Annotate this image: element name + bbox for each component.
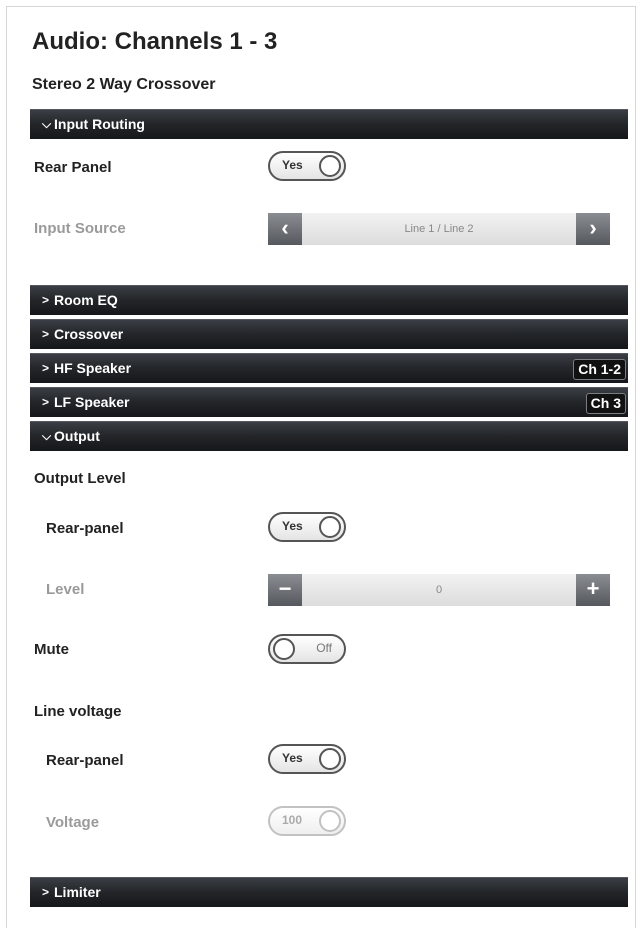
settings-panel xyxy=(6,6,636,928)
toggle-knob xyxy=(319,516,341,538)
toggle-knob xyxy=(319,155,341,177)
chevron-down-icon: ⌵ xyxy=(42,117,52,131)
section-label: Limiter xyxy=(54,884,101,900)
chevron-right-icon[interactable]: › xyxy=(576,213,610,245)
section-label: Input Routing xyxy=(54,116,145,132)
toggle-text: Off xyxy=(316,641,332,655)
output-level-heading: Output Level xyxy=(34,470,126,487)
channel-badge: Ch 1-2 xyxy=(573,359,626,380)
chevron-right-icon: > xyxy=(42,293,50,307)
level-stepper: − 0 + xyxy=(268,574,610,606)
page-title: Audio: Channels 1 - 3 xyxy=(32,28,278,55)
section-label: HF Speaker xyxy=(54,360,132,376)
section-header-room-eq[interactable]: > Room EQ xyxy=(30,285,628,315)
input-source-label: Input Source xyxy=(34,220,126,237)
chevron-right-icon: > xyxy=(42,327,50,341)
mute-toggle[interactable]: Off xyxy=(268,634,346,664)
minus-icon[interactable]: − xyxy=(268,574,302,606)
section-header-limiter[interactable]: > Limiter xyxy=(30,877,628,907)
toggle-text: Yes xyxy=(282,519,303,533)
level-label: Level xyxy=(46,581,85,598)
level-value: 0 xyxy=(435,584,443,596)
section-label: Crossover xyxy=(54,326,124,342)
voltage-toggle[interactable]: 100 xyxy=(268,806,346,836)
line-voltage-heading: Line voltage xyxy=(34,703,122,720)
toggle-knob xyxy=(273,638,295,660)
toggle-knob xyxy=(319,810,341,832)
toggle-knob xyxy=(319,748,341,770)
section-label: Room EQ xyxy=(54,292,118,308)
rear-panel-toggle[interactable]: Yes xyxy=(268,151,346,181)
preset-subtitle: Stereo 2 Way Crossover xyxy=(32,76,216,93)
chevron-right-icon: > xyxy=(42,885,50,899)
voltage-rear-panel-toggle[interactable]: Yes xyxy=(268,744,346,774)
chevron-down-icon: ⌵ xyxy=(42,429,52,443)
voltage-rear-panel-label: Rear-panel xyxy=(46,752,124,769)
toggle-text: Yes xyxy=(282,751,303,765)
toggle-text: 100 xyxy=(282,813,303,827)
section-header-hf-speaker[interactable]: > HF Speaker Ch 1-2 xyxy=(30,353,628,383)
chevron-right-icon: > xyxy=(42,395,50,409)
input-source-selector: ‹ Line 1 / Line 2 › xyxy=(268,213,610,245)
level-rear-panel-label: Rear-panel xyxy=(46,520,124,537)
chevron-right-icon: > xyxy=(42,361,50,375)
toggle-text: Yes xyxy=(282,158,303,172)
input-source-value: Line 1 / Line 2 xyxy=(404,223,474,235)
mute-label: Mute xyxy=(34,641,69,658)
voltage-label: Voltage xyxy=(46,814,100,831)
section-header-output[interactable]: ⌵ Output xyxy=(30,421,628,451)
channel-badge: Ch 3 xyxy=(585,393,626,414)
chevron-left-icon[interactable]: ‹ xyxy=(268,213,302,245)
section-label: LF Speaker xyxy=(54,394,130,410)
section-header-lf-speaker[interactable]: > LF Speaker Ch 3 xyxy=(30,387,628,417)
rear-panel-label: Rear Panel xyxy=(34,159,112,176)
section-header-crossover[interactable]: > Crossover xyxy=(30,319,628,349)
section-label: Output xyxy=(54,428,100,444)
section-header-input-routing[interactable]: ⌵ Input Routing xyxy=(30,109,628,139)
plus-icon[interactable]: + xyxy=(576,574,610,606)
level-rear-panel-toggle[interactable]: Yes xyxy=(268,512,346,542)
